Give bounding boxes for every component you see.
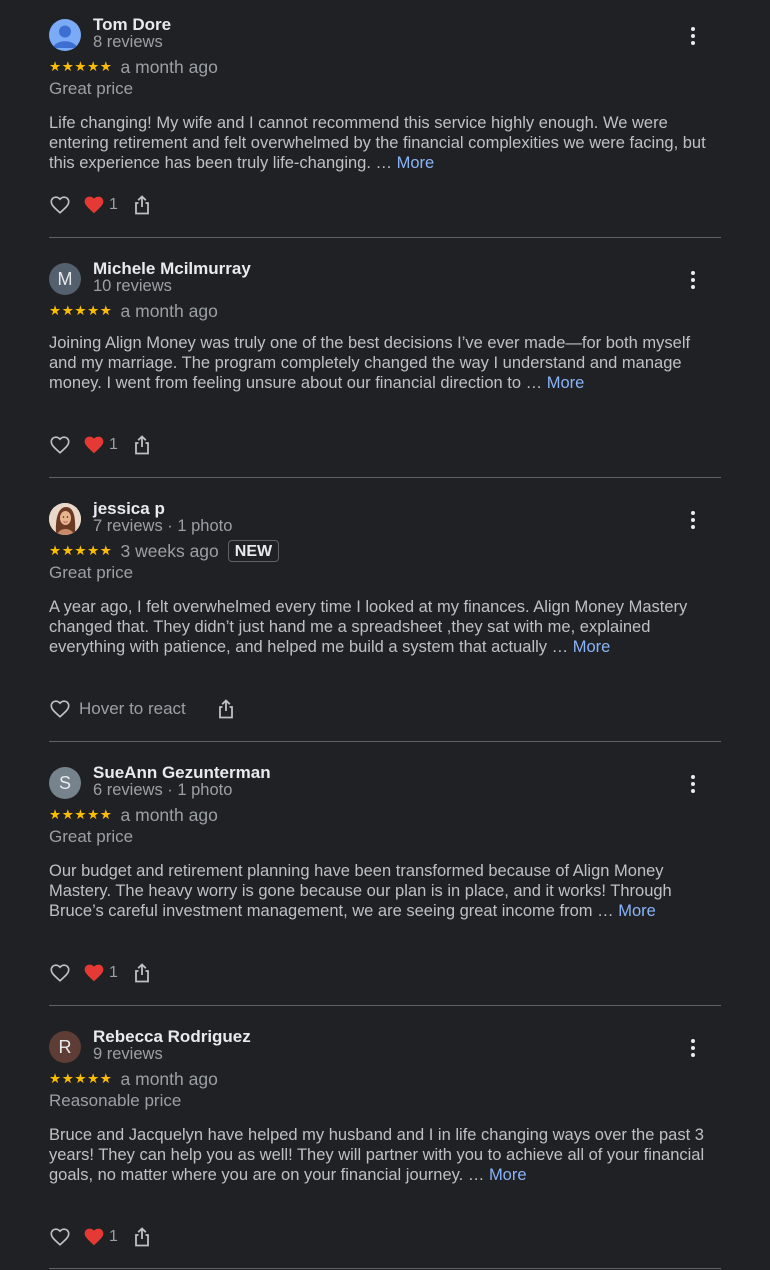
red-heart-reaction-icon[interactable]	[83, 962, 105, 984]
review-card: S SueAnn Gezunterman 6 reviews · 1 photo…	[49, 763, 721, 987]
more-link[interactable]: More	[618, 902, 656, 920]
review-card: R Rebecca Rodriguez 9 reviews ★★★★★ a mo…	[49, 1027, 721, 1256]
avatar-letter: S	[58, 772, 71, 793]
reviewer-name[interactable]: SueAnn Gezunterman	[93, 763, 271, 783]
rating-row: ★★★★★ a month ago	[49, 55, 218, 79]
divider	[49, 477, 721, 478]
review-card: jessica p 7 reviews · 1 photo ★★★★★ 3 we…	[49, 499, 721, 723]
review-text: A year ago, I felt overwhelmed every tim…	[49, 597, 721, 657]
review-card: Tom Dore 8 reviews ★★★★★ a month ago Gre…	[49, 15, 721, 219]
more-options-icon[interactable]	[683, 505, 703, 533]
review-text-content: Bruce and Jacquelyn have helped my husba…	[49, 1126, 705, 1184]
more-link[interactable]: More	[397, 154, 435, 172]
reaction-count: 1	[109, 436, 118, 453]
share-icon[interactable]	[132, 434, 152, 456]
more-link[interactable]: More	[489, 1166, 527, 1184]
more-options-icon[interactable]	[683, 265, 703, 293]
price-label: Great price	[49, 827, 134, 846]
review-text: Our budget and retirement planning have …	[49, 861, 721, 921]
divider	[49, 741, 721, 742]
avatar[interactable]: R	[49, 1031, 81, 1063]
heart-outline-icon[interactable]	[49, 1226, 71, 1248]
red-heart-reaction-icon[interactable]	[83, 1226, 105, 1248]
reviewer-name[interactable]: jessica p	[93, 499, 165, 519]
divider	[49, 1005, 721, 1006]
rating-row: ★★★★★ a month ago	[49, 299, 218, 323]
star-rating: ★★★★★	[49, 303, 113, 318]
review-text-content: Joining Align Money was truly one of the…	[49, 334, 691, 392]
star-rating: ★★★★★	[49, 59, 113, 74]
review-text-content: Life changing! My wife and I cannot reco…	[49, 114, 706, 172]
divider	[49, 237, 721, 238]
more-options-icon[interactable]	[683, 21, 703, 49]
divider	[49, 1268, 721, 1269]
share-icon[interactable]	[132, 194, 152, 216]
avatar-letter: R	[58, 1036, 72, 1057]
reviewer-name[interactable]: Michele Mcilmurray	[93, 259, 251, 279]
review-actions: 1	[49, 960, 152, 986]
reviewer-meta: 10 reviews	[93, 277, 172, 295]
reviewer-name[interactable]: Rebecca Rodriguez	[93, 1027, 251, 1047]
review-time: a month ago	[120, 1068, 218, 1089]
reaction-count: 1	[109, 1228, 118, 1245]
review-text: Life changing! My wife and I cannot reco…	[49, 113, 721, 173]
review-actions: Hover to react	[49, 696, 236, 722]
review-text: Bruce and Jacquelyn have helped my husba…	[49, 1125, 721, 1185]
review-time: 3 weeks ago	[120, 540, 219, 561]
person-icon	[53, 25, 77, 48]
red-heart-reaction-icon[interactable]	[83, 434, 105, 456]
review-time: a month ago	[120, 300, 218, 321]
star-rating: ★★★★★	[49, 543, 113, 558]
reviewer-meta: 6 reviews · 1 photo	[93, 781, 233, 799]
heart-outline-icon[interactable]	[49, 962, 71, 984]
avatar[interactable]: S	[49, 767, 81, 799]
review-actions: 1	[49, 1224, 152, 1250]
more-link[interactable]: More	[547, 374, 585, 392]
share-icon[interactable]	[132, 962, 152, 984]
rating-row: ★★★★★ a month ago	[49, 1067, 218, 1091]
more-options-icon[interactable]	[683, 769, 703, 797]
reviewer-meta: 8 reviews	[93, 33, 163, 51]
review-time: a month ago	[120, 804, 218, 825]
share-icon[interactable]	[216, 698, 236, 720]
more-options-icon[interactable]	[683, 1033, 703, 1061]
review-actions: 1	[49, 192, 152, 218]
avatar[interactable]: M	[49, 263, 81, 295]
review-text-content: Our budget and retirement planning have …	[49, 862, 672, 920]
star-rating: ★★★★★	[49, 1071, 113, 1086]
price-label: Reasonable price	[49, 1091, 182, 1110]
star-rating: ★★★★★	[49, 807, 113, 822]
red-heart-reaction-icon[interactable]	[83, 194, 105, 216]
profile-photo-icon	[49, 503, 81, 535]
review-actions: 1	[49, 432, 152, 458]
reviewer-name[interactable]: Tom Dore	[93, 15, 171, 35]
reaction-count: 1	[109, 196, 118, 213]
heart-outline-icon[interactable]	[49, 698, 71, 720]
reviewer-meta: 7 reviews · 1 photo	[93, 517, 233, 535]
avatar[interactable]	[49, 503, 81, 535]
rating-row: ★★★★★ 3 weeks ago NEW	[49, 539, 280, 563]
more-link[interactable]: More	[573, 638, 611, 656]
share-icon[interactable]	[132, 1226, 152, 1248]
price-label: Great price	[49, 79, 134, 98]
reaction-count: 1	[109, 964, 118, 981]
hover-to-react-label[interactable]: Hover to react	[79, 699, 186, 719]
rating-row: ★★★★★ a month ago	[49, 803, 218, 827]
heart-outline-icon[interactable]	[49, 194, 71, 216]
review-text: Joining Align Money was truly one of the…	[49, 333, 721, 393]
new-badge: NEW	[227, 540, 280, 562]
price-label: Great price	[49, 563, 134, 582]
heart-outline-icon[interactable]	[49, 434, 71, 456]
avatar[interactable]	[49, 19, 81, 51]
reviewer-meta: 9 reviews	[93, 1045, 163, 1063]
review-time: a month ago	[120, 56, 218, 77]
review-card: M Michele Mcilmurray 10 reviews ★★★★★ a …	[49, 259, 721, 463]
avatar-letter: M	[57, 268, 73, 289]
